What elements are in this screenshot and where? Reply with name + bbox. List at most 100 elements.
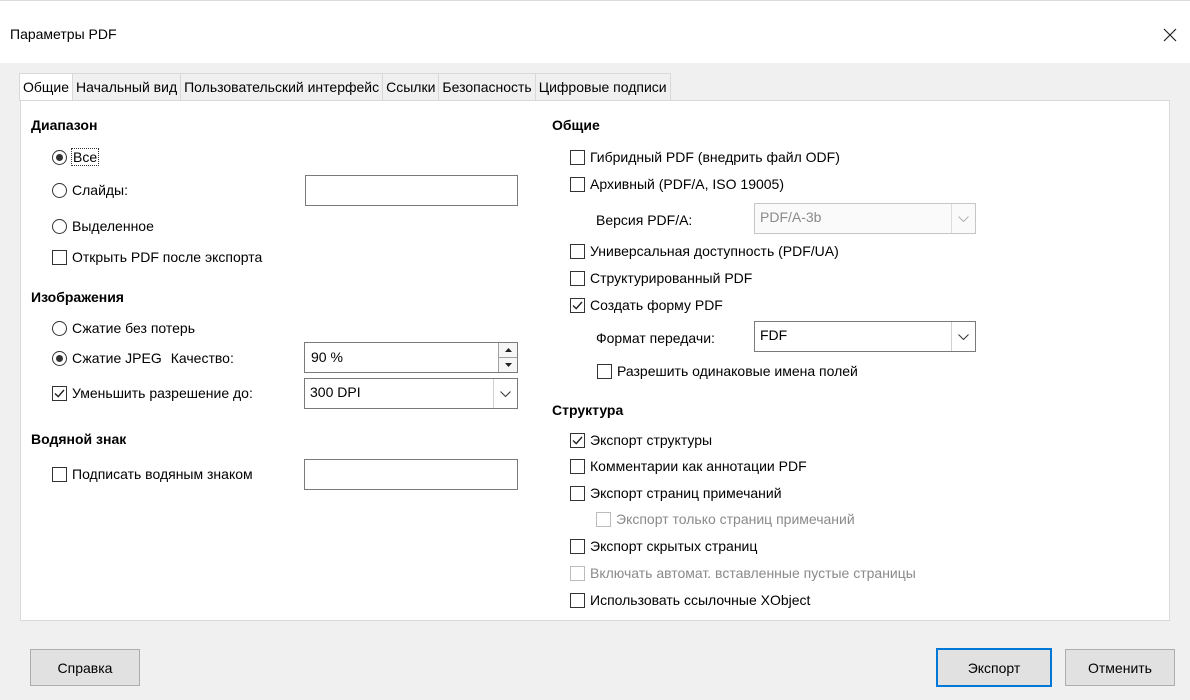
reference-xobjects-checkbox[interactable] [570, 592, 585, 608]
export-outlines-option[interactable]: Экспорт структуры [570, 430, 712, 450]
accessibility-label: Универсальная доступность (PDF/UA) [590, 243, 839, 259]
watermark-input[interactable] [304, 459, 518, 490]
comments-label: Комментарии как аннотации PDF [590, 458, 807, 474]
open-after-export-option[interactable]: Открыть PDF после экспорта [52, 247, 262, 267]
reduce-resolution-label: Уменьшить разрешение до: [72, 385, 253, 401]
watermark-heading: Водяной знак [31, 431, 127, 447]
help-button[interactable]: Справка [30, 649, 140, 686]
sign-watermark-option[interactable]: Подписать водяным знаком [52, 464, 253, 484]
reference-xobjects-label: Использовать ссылочные XObject [590, 592, 811, 608]
general-heading: Общие [552, 117, 600, 133]
jpeg-option[interactable]: Сжатие JPEG Качество: [52, 348, 234, 368]
pdf-options-dialog: Параметры PDF Общие Начальный вид Пользо… [0, 0, 1190, 700]
archive-pdfa-option[interactable]: Архивный (PDF/A, ISO 19005) [570, 174, 784, 194]
hybrid-pdf-checkbox[interactable] [570, 149, 585, 165]
pdfa-version-label: Версия PDF/A: [596, 212, 693, 228]
range-slides-label: Слайды: [72, 182, 129, 198]
export-notes-option[interactable]: Экспорт страниц примечаний [570, 483, 782, 503]
allow-duplicate-fields-checkbox[interactable] [597, 363, 612, 379]
open-after-export-checkbox[interactable] [52, 249, 67, 265]
tagged-pdf-checkbox[interactable] [570, 270, 585, 286]
range-selection-option[interactable]: Выделенное [52, 216, 154, 236]
export-notes-checkbox[interactable] [570, 485, 585, 501]
range-selection-label: Выделенное [72, 218, 154, 234]
tab-digital-signatures[interactable]: Цифровые подписи [534, 73, 671, 100]
submit-format-combobox[interactable]: FDF [754, 321, 976, 352]
range-slides-option[interactable]: Слайды: [52, 180, 128, 200]
quality-spin-buttons [498, 343, 517, 372]
close-button[interactable] [1150, 15, 1190, 55]
hybrid-pdf-option[interactable]: Гибридный PDF (внедрить файл ODF) [570, 147, 840, 167]
resolution-value: 300 DPI [310, 384, 361, 400]
auto-blank-pages-label: Включать автомат. вставленные пустые стр… [590, 565, 916, 581]
chevron-down-icon [500, 390, 511, 397]
export-button[interactable]: Экспорт [936, 648, 1052, 687]
reduce-resolution-checkbox[interactable] [52, 385, 67, 401]
create-form-checkbox[interactable] [570, 297, 585, 313]
accessibility-checkbox[interactable] [570, 243, 585, 259]
allow-duplicate-fields-label: Разрешить одинаковые имена полей [617, 363, 858, 379]
notes-only-option: Экспорт только страниц примечаний [596, 509, 855, 529]
lossless-option[interactable]: Сжатие без потерь [52, 318, 195, 338]
jpeg-label: Сжатие JPEG [72, 350, 162, 366]
lossless-radio[interactable] [52, 320, 67, 336]
submit-format-value: FDF [760, 327, 788, 343]
archive-pdfa-checkbox[interactable] [570, 176, 585, 192]
tab-general[interactable]: Общие [19, 73, 74, 101]
export-outlines-checkbox[interactable] [570, 432, 585, 448]
range-all-option[interactable]: Все [52, 147, 100, 167]
hidden-pages-checkbox[interactable] [570, 538, 585, 554]
checkmark-icon [572, 436, 583, 445]
create-form-option[interactable]: Создать форму PDF [570, 295, 723, 315]
lossless-label: Сжатие без потерь [72, 320, 195, 336]
allow-duplicate-fields-option[interactable]: Разрешить одинаковые имена полей [597, 361, 858, 381]
accessibility-option[interactable]: Универсальная доступность (PDF/UA) [570, 241, 839, 261]
tab-user-interface[interactable]: Пользовательский интерфейс [180, 73, 384, 100]
general-tab-panel: Диапазон Все Слайды: Выделенное Открыть … [20, 100, 1170, 621]
structure-heading: Структура [552, 402, 624, 418]
checkmark-icon [54, 389, 65, 398]
sign-watermark-checkbox[interactable] [52, 466, 67, 482]
spin-down-button[interactable] [498, 358, 517, 372]
reduce-resolution-option[interactable]: Уменьшить разрешение до: [52, 383, 253, 403]
range-heading: Диапазон [31, 117, 98, 133]
create-form-label: Создать форму PDF [590, 297, 723, 313]
notes-only-label: Экспорт только страниц примечаний [616, 511, 855, 527]
comments-option[interactable]: Комментарии как аннотации PDF [570, 456, 807, 476]
tagged-pdf-option[interactable]: Структурированный PDF [570, 268, 752, 288]
pdfa-version-dropdown-button [951, 204, 975, 233]
range-selection-radio[interactable] [52, 218, 67, 234]
tagged-pdf-label: Структурированный PDF [590, 270, 753, 286]
reference-xobjects-option[interactable]: Использовать ссылочные XObject [570, 590, 810, 610]
comments-checkbox[interactable] [570, 458, 585, 474]
hidden-pages-option[interactable]: Экспорт скрытых страниц [570, 536, 757, 556]
tab-initial-view[interactable]: Начальный вид [72, 73, 182, 100]
auto-blank-pages-option: Включать автомат. вставленные пустые стр… [570, 563, 916, 583]
window-title: Параметры PDF [10, 26, 117, 42]
chevron-down-icon [958, 333, 969, 340]
quality-label: Качество: [170, 350, 234, 366]
images-heading: Изображения [31, 289, 124, 305]
close-icon [1163, 28, 1177, 42]
resolution-dropdown-button[interactable] [493, 379, 517, 408]
archive-pdfa-label: Архивный (PDF/A, ISO 19005) [590, 176, 784, 192]
submit-format-dropdown-button[interactable] [951, 322, 975, 351]
range-slides-radio[interactable] [52, 182, 67, 198]
range-all-radio[interactable] [52, 149, 67, 165]
jpeg-radio[interactable] [52, 350, 67, 366]
export-notes-label: Экспорт страниц примечаний [590, 485, 782, 501]
slides-input[interactable] [305, 175, 518, 206]
tab-links[interactable]: Ссылки [382, 73, 440, 100]
cancel-button[interactable]: Отменить [1065, 649, 1175, 686]
tab-security[interactable]: Безопасность [438, 73, 536, 100]
spin-up-button[interactable] [498, 343, 517, 358]
tab-bar: Общие Начальный вид Пользовательский инт… [19, 73, 671, 101]
hidden-pages-label: Экспорт скрытых страниц [590, 538, 758, 554]
sign-watermark-label: Подписать водяным знаком [72, 466, 253, 482]
chevron-down-icon [958, 215, 969, 222]
range-all-label: Все [70, 148, 100, 166]
resolution-combobox[interactable]: 300 DPI [304, 378, 518, 409]
spin-down-icon [504, 363, 512, 367]
quality-spinbox[interactable]: 90 % [304, 342, 518, 373]
title-bar: Параметры PDF [0, 1, 1190, 63]
